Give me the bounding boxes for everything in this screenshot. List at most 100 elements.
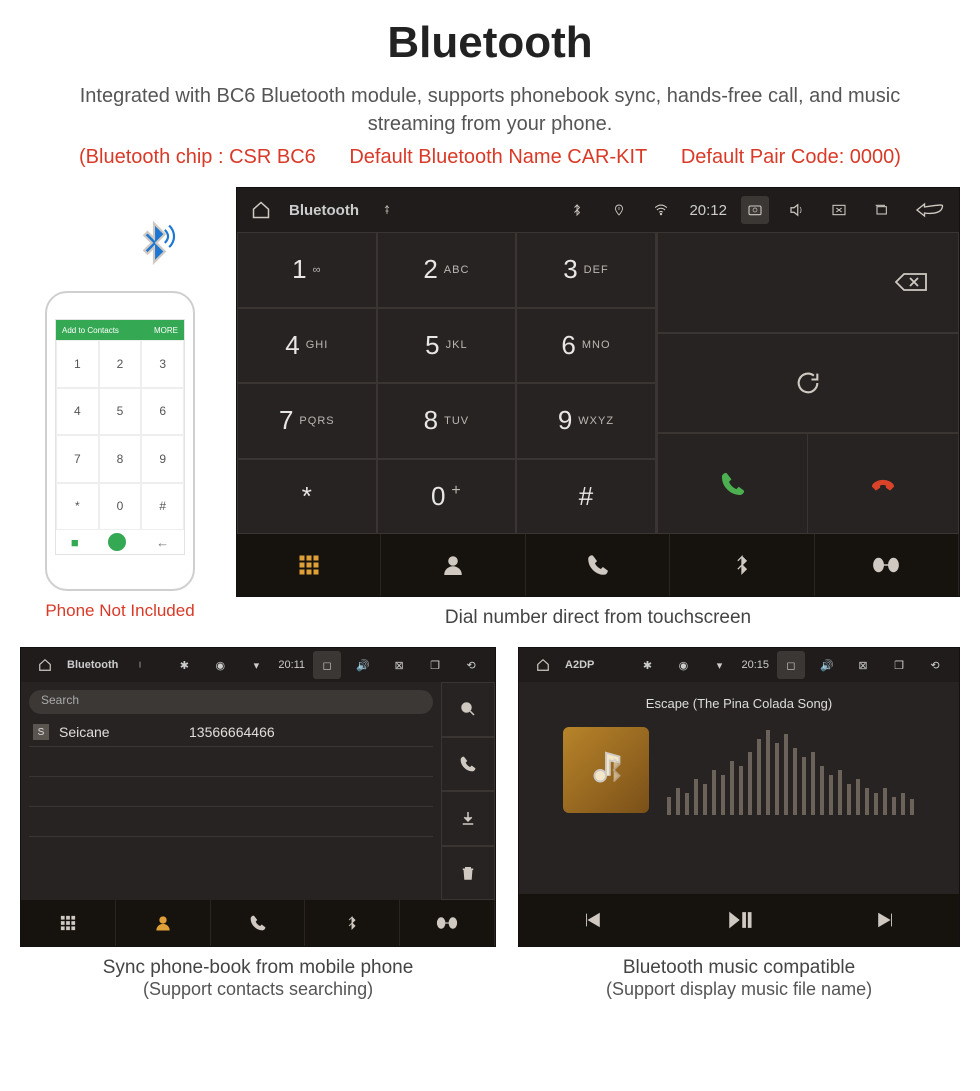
key-5[interactable]: 5JKL — [377, 308, 517, 384]
contact-number: 13566664466 — [189, 724, 275, 740]
page-title: Bluetooth — [20, 18, 960, 68]
page-subtitle: Integrated with BC6 Bluetooth module, su… — [60, 82, 920, 138]
contact-row-empty — [29, 807, 433, 837]
redial-button[interactable] — [657, 334, 958, 433]
sync-down-button[interactable] — [441, 791, 495, 846]
home-icon[interactable] — [247, 196, 275, 224]
phone-video-icon: ■ — [71, 535, 79, 550]
bluetooth-status-icon: ✱ — [170, 651, 198, 679]
contact-row-empty — [29, 837, 433, 867]
wifi-icon — [647, 196, 675, 224]
key-8[interactable]: 8TUV — [377, 383, 517, 459]
volume-icon[interactable]: 🔊 — [813, 651, 841, 679]
dialer-caption: Dial number direct from touchscreen — [236, 607, 960, 629]
song-title: Escape (The Pina Colada Song) — [646, 696, 832, 711]
home-icon[interactable] — [31, 651, 59, 679]
key-9[interactable]: 9WXYZ — [516, 383, 656, 459]
recent-apps-icon[interactable]: ❐ — [885, 651, 913, 679]
phone-call-button-icon — [108, 533, 126, 551]
location-icon: ◉ — [669, 651, 697, 679]
nav-recents[interactable] — [211, 900, 306, 946]
screenshot-icon[interactable] — [741, 196, 769, 224]
usb-icon — [126, 651, 154, 679]
key-6[interactable]: 6MNO — [516, 308, 656, 384]
location-icon — [605, 196, 633, 224]
nav-pair[interactable] — [400, 900, 495, 946]
key-7[interactable]: 7PQRS — [237, 383, 377, 459]
call-contact-button[interactable] — [441, 737, 495, 792]
back-icon[interactable] — [909, 196, 949, 224]
headunit-dialer: Bluetooth 20:12 1∞ 2ABC — [236, 187, 960, 597]
recent-apps-icon[interactable] — [867, 196, 895, 224]
clock: 20:12 — [689, 202, 727, 219]
clock: 20:11 — [278, 659, 305, 671]
nav-bluetooth[interactable] — [305, 900, 400, 946]
album-art-icon — [563, 727, 649, 813]
smartphone-mock: Add to Contacts MORE 123456789*0# ■ ← — [45, 291, 195, 591]
usb-icon — [373, 196, 401, 224]
key-1[interactable]: 1∞ — [237, 232, 377, 308]
back-icon[interactable]: ⟲ — [921, 651, 949, 679]
phone-caption: Phone Not Included — [20, 601, 220, 621]
contact-row-empty — [29, 747, 433, 777]
recent-apps-icon[interactable]: ❐ — [421, 651, 449, 679]
bluetooth-signal-icon — [128, 219, 180, 271]
call-hangup-button[interactable] — [807, 434, 958, 533]
contact-badge: S — [33, 724, 49, 740]
delete-contact-button[interactable] — [441, 846, 495, 901]
app-title: Bluetooth — [289, 202, 359, 219]
search-button[interactable] — [441, 682, 495, 737]
nav-bluetooth[interactable] — [670, 534, 814, 596]
nav-contacts[interactable] — [116, 900, 211, 946]
close-app-icon[interactable]: ⊠ — [385, 651, 413, 679]
nav-recents[interactable] — [526, 534, 670, 596]
screenshot-icon[interactable]: ◻ — [313, 651, 341, 679]
key-2[interactable]: 2ABC — [377, 232, 517, 308]
wifi-icon: ▾ — [242, 651, 270, 679]
spec-chip: (Bluetooth chip : CSR BC6 — [79, 146, 316, 168]
app-title: Bluetooth — [67, 659, 118, 671]
headunit-music: A2DP ✱ ◉ ▾ 20:15 ◻ 🔊 ⊠ ❐ ⟲ Escape (The P… — [518, 647, 960, 947]
headunit-contacts: Bluetooth ✱ ◉ ▾ 20:11 ◻ 🔊 ⊠ ❐ ⟲ Search — [20, 647, 496, 947]
prev-track-button[interactable] — [519, 894, 666, 946]
key-4[interactable]: 4GHI — [237, 308, 377, 384]
volume-icon[interactable]: 🔊 — [349, 651, 377, 679]
phone-more-label: MORE — [154, 326, 178, 335]
key-star[interactable]: * — [237, 459, 377, 535]
play-pause-button[interactable] — [666, 894, 813, 946]
screenshot-icon[interactable]: ◻ — [777, 651, 805, 679]
bluetooth-status-icon: ✱ — [633, 651, 661, 679]
statusbar: Bluetooth 20:12 — [237, 188, 959, 232]
nav-pair[interactable] — [815, 534, 959, 596]
bottom-nav — [237, 534, 959, 596]
key-hash[interactable]: # — [516, 459, 656, 535]
next-track-button[interactable] — [812, 894, 959, 946]
app-title: A2DP — [565, 659, 594, 671]
music-visualizer — [667, 725, 916, 815]
volume-icon[interactable] — [783, 196, 811, 224]
call-answer-button[interactable] — [657, 434, 808, 533]
home-icon[interactable] — [529, 651, 557, 679]
contact-row[interactable]: S Seicane 13566664466 — [29, 718, 433, 747]
wifi-icon: ▾ — [705, 651, 733, 679]
close-app-icon[interactable] — [825, 196, 853, 224]
location-icon: ◉ — [206, 651, 234, 679]
dial-pad: 1∞ 2ABC 3DEF 4GHI 5JKL 6MNO 7PQRS 8TUV 9… — [237, 232, 656, 534]
spec-pair: Default Pair Code: 0000) — [681, 146, 901, 168]
nav-keypad[interactable] — [21, 900, 116, 946]
contacts-caption: Sync phone-book from mobile phone (Suppo… — [20, 957, 496, 1000]
close-app-icon[interactable]: ⊠ — [849, 651, 877, 679]
key-0[interactable]: 0+ — [377, 459, 517, 535]
clock: 20:15 — [741, 659, 769, 671]
music-caption: Bluetooth music compatible (Support disp… — [518, 957, 960, 1000]
phone-mock-column: Add to Contacts MORE 123456789*0# ■ ← Ph… — [20, 187, 220, 621]
bluetooth-status-icon — [563, 196, 591, 224]
backspace-button[interactable] — [657, 233, 958, 332]
phone-back-icon: ← — [156, 535, 169, 550]
search-input[interactable]: Search — [29, 690, 433, 714]
nav-keypad[interactable] — [237, 534, 381, 596]
nav-contacts[interactable] — [381, 534, 525, 596]
contact-row-empty — [29, 777, 433, 807]
back-icon[interactable]: ⟲ — [457, 651, 485, 679]
key-3[interactable]: 3DEF — [516, 232, 656, 308]
